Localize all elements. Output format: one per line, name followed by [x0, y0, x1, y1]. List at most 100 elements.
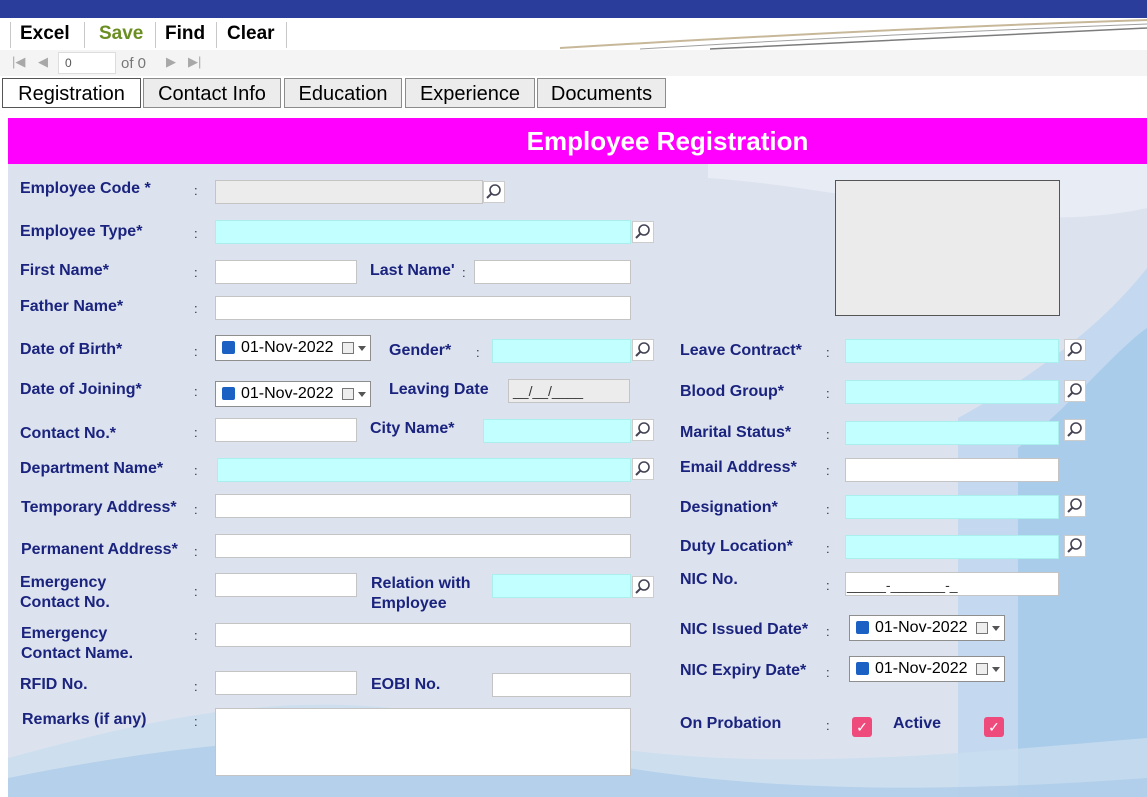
marital-status-search-icon[interactable] [1064, 419, 1086, 441]
father-name-input[interactable] [215, 296, 631, 320]
calendar-icon[interactable] [342, 388, 354, 400]
employee-type-input[interactable] [215, 220, 631, 244]
gender-input[interactable] [492, 339, 631, 363]
dob-date-picker[interactable]: 01-Nov-2022 [215, 335, 371, 361]
emergency-contact-name-input[interactable] [215, 623, 631, 647]
tab-registration[interactable]: Registration [2, 78, 141, 108]
chevron-down-icon[interactable] [992, 667, 1000, 672]
calendar-icon[interactable] [976, 622, 988, 634]
on-probation-label: On Probation [680, 715, 782, 732]
emergency-contact-no-input[interactable] [215, 573, 357, 597]
leaving-date-mask: __/__/____ [513, 383, 584, 399]
department-name-input[interactable] [217, 458, 631, 482]
emergency-contact-name-label-line1: Emergency [21, 625, 108, 642]
employee-photo-box[interactable] [835, 180, 1060, 316]
tab-experience[interactable]: Experience [405, 78, 535, 108]
doj-checkbox[interactable] [222, 387, 235, 400]
temporary-address-input[interactable] [215, 494, 631, 518]
city-name-input[interactable] [483, 419, 631, 443]
duty-location-search-icon[interactable] [1064, 535, 1086, 557]
doj-date-picker[interactable]: 01-Nov-2022 [215, 381, 371, 407]
calendar-icon[interactable] [976, 663, 988, 675]
dob-label: Date of Birth* [20, 341, 123, 358]
record-position-input[interactable]: 0 [58, 52, 116, 74]
excel-button[interactable]: Excel [16, 20, 74, 48]
eobi-input[interactable] [492, 673, 631, 697]
nic-issued-value: 01-Nov-2022 [875, 619, 968, 636]
chevron-down-icon[interactable] [992, 626, 1000, 631]
email-label: Email Address* [680, 459, 797, 476]
chevron-down-icon[interactable] [358, 392, 366, 397]
gender-search-icon[interactable] [632, 339, 654, 361]
leave-contract-input[interactable] [845, 339, 1059, 363]
first-record-icon[interactable]: |◀ [12, 54, 25, 70]
employee-type-search-icon[interactable] [632, 221, 654, 243]
tab-education[interactable]: Education [284, 78, 402, 108]
blood-group-input[interactable] [845, 380, 1059, 404]
dob-checkbox[interactable] [222, 341, 235, 354]
tab-contact-info[interactable]: Contact Info [143, 78, 281, 108]
colon: : [194, 628, 198, 643]
first-name-input[interactable] [215, 260, 357, 284]
save-button[interactable]: Save [95, 20, 147, 48]
colon: : [826, 427, 830, 442]
colon: : [462, 265, 466, 280]
colon: : [194, 463, 198, 478]
rfid-input[interactable] [215, 671, 357, 695]
last-name-input[interactable] [474, 260, 631, 284]
duty-location-input[interactable] [845, 535, 1059, 559]
designation-input[interactable] [845, 495, 1059, 519]
contact-no-label: Contact No.* [20, 425, 116, 442]
permanent-address-input[interactable] [215, 534, 631, 558]
employee-code-input[interactable] [215, 180, 483, 204]
tab-documents[interactable]: Documents [537, 78, 666, 108]
leave-contract-search-icon[interactable] [1064, 339, 1086, 361]
colon: : [826, 463, 830, 478]
nic-expiry-date-picker[interactable]: 01-Nov-2022 [849, 656, 1005, 682]
leave-contract-label: Leave Contract* [680, 342, 802, 359]
nic-expiry-checkbox[interactable] [856, 662, 869, 675]
colon: : [194, 226, 198, 241]
rfid-label: RFID No. [20, 676, 88, 693]
last-record-icon[interactable]: ▶| [188, 54, 201, 70]
city-name-search-icon[interactable] [632, 419, 654, 441]
emergency-contact-name-label-line2: Contact Name. [21, 645, 134, 662]
calendar-icon[interactable] [342, 342, 354, 354]
on-probation-checkbox[interactable]: ✓ [852, 717, 872, 737]
window-top-bar [0, 0, 1147, 18]
email-input[interactable] [845, 458, 1059, 482]
employee-code-search-icon[interactable] [483, 181, 505, 203]
clear-button[interactable]: Clear [223, 20, 279, 48]
duty-location-label: Duty Location* [680, 538, 793, 555]
dob-value: 01-Nov-2022 [241, 339, 334, 356]
relation-input[interactable] [492, 574, 631, 598]
nic-issued-date-picker[interactable]: 01-Nov-2022 [849, 615, 1005, 641]
form-title: Employee Registration [526, 126, 809, 156]
blood-group-search-icon[interactable] [1064, 380, 1086, 402]
department-search-icon[interactable] [632, 458, 654, 480]
next-record-icon[interactable]: ▶ [166, 54, 176, 70]
find-button[interactable]: Find [161, 20, 209, 48]
colon: : [826, 624, 830, 639]
remarks-textarea[interactable] [215, 708, 631, 776]
nic-issued-checkbox[interactable] [856, 621, 869, 634]
active-checkbox[interactable]: ✓ [984, 717, 1004, 737]
chevron-down-icon[interactable] [358, 346, 366, 351]
colon: : [826, 578, 830, 593]
city-name-label: City Name* [370, 420, 455, 437]
designation-search-icon[interactable] [1064, 495, 1086, 517]
relation-label-line1: Relation with [371, 575, 471, 592]
contact-no-input[interactable] [215, 418, 357, 442]
toolbar-separator [84, 22, 85, 48]
colon: : [194, 183, 198, 198]
first-name-label: First Name* [20, 262, 109, 279]
colon: : [194, 714, 198, 729]
previous-record-icon[interactable]: ◀ [38, 54, 48, 70]
colon: : [194, 344, 198, 359]
father-name-label: Father Name* [20, 298, 124, 315]
relation-search-icon[interactable] [632, 576, 654, 598]
marital-status-input[interactable] [845, 421, 1059, 445]
record-count-label: of 0 [121, 55, 147, 72]
active-label: Active [893, 715, 942, 732]
gender-label: Gender* [389, 342, 452, 359]
